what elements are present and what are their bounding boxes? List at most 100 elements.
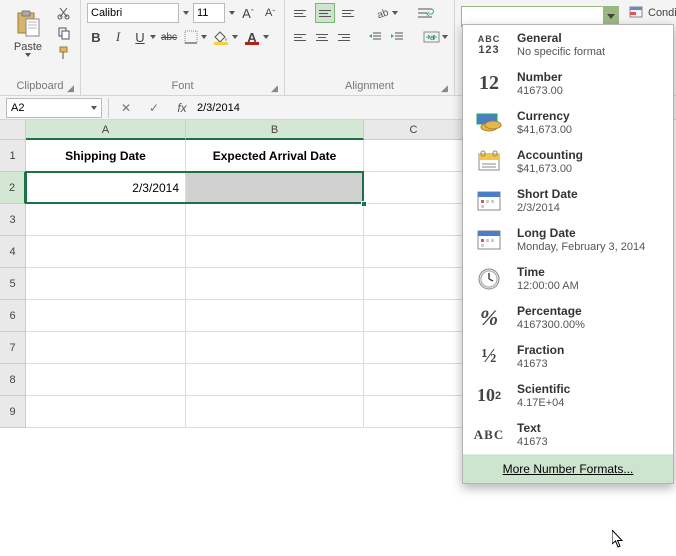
- short-date-icon: [473, 188, 505, 214]
- enter-formula-button[interactable]: ✓: [145, 99, 163, 117]
- insert-function-button[interactable]: fx: [173, 99, 191, 117]
- cell-b8[interactable]: [186, 364, 364, 396]
- row-header-6[interactable]: 6: [0, 300, 26, 332]
- fill-handle[interactable]: [361, 201, 367, 207]
- cell-a2[interactable]: 2/3/2014: [26, 172, 186, 204]
- cell-c4[interactable]: [364, 236, 464, 268]
- row-header-1[interactable]: 1: [0, 140, 26, 172]
- underline-dropdown[interactable]: [150, 35, 156, 39]
- cell-c2[interactable]: [364, 172, 464, 204]
- copy-button[interactable]: [54, 23, 74, 43]
- format-general[interactable]: ABC123 GeneralNo specific format: [463, 25, 673, 64]
- cell-b1[interactable]: Expected Arrival Date: [186, 140, 364, 172]
- underline-button[interactable]: U: [131, 27, 149, 47]
- column-header-c[interactable]: C: [364, 120, 464, 140]
- paste-dropdown-arrow[interactable]: [25, 53, 31, 57]
- font-family-input[interactable]: [87, 3, 179, 23]
- cell-a7[interactable]: [26, 332, 186, 364]
- row-header-2[interactable]: 2: [0, 172, 26, 204]
- increase-font-button[interactable]: Aˆ: [239, 3, 257, 23]
- row-header-8[interactable]: 8: [0, 364, 26, 396]
- strikethrough-button[interactable]: abc: [160, 27, 178, 47]
- conditional-formatting-button[interactable]: Condition: [629, 3, 676, 23]
- wrap-text-button[interactable]: [416, 3, 434, 23]
- row-header-9[interactable]: 9: [0, 396, 26, 428]
- cell-a5[interactable]: [26, 268, 186, 300]
- font-dialog-launcher[interactable]: ◢: [271, 83, 281, 93]
- alignment-dialog-launcher[interactable]: ◢: [441, 83, 451, 93]
- align-center-button[interactable]: [313, 27, 331, 47]
- column-header-a[interactable]: A: [26, 120, 186, 140]
- merge-center-button[interactable]: a: [423, 27, 441, 47]
- font-size-input[interactable]: [193, 3, 225, 23]
- format-percentage[interactable]: % Percentage4167300.00%: [463, 298, 673, 337]
- decrease-indent-button[interactable]: [366, 27, 384, 47]
- general-icon: ABC123: [473, 32, 505, 58]
- row-header-3[interactable]: 3: [0, 204, 26, 236]
- fill-color-button[interactable]: [211, 27, 231, 47]
- cell-c8[interactable]: [364, 364, 464, 396]
- cell-c3[interactable]: [364, 204, 464, 236]
- cell-a9[interactable]: [26, 396, 186, 428]
- align-bottom-button[interactable]: [339, 3, 359, 23]
- format-accounting[interactable]: Accounting$41,673.00: [463, 142, 673, 181]
- cell-c9[interactable]: [364, 396, 464, 428]
- align-right-button[interactable]: [335, 27, 353, 47]
- clipboard-dialog-launcher[interactable]: ◢: [67, 83, 77, 93]
- format-fraction[interactable]: ½ Fraction41673: [463, 337, 673, 376]
- align-left-button[interactable]: [291, 27, 309, 47]
- row-header-5[interactable]: 5: [0, 268, 26, 300]
- merge-dropdown[interactable]: [442, 35, 448, 39]
- cell-b4[interactable]: [186, 236, 364, 268]
- orientation-dropdown[interactable]: [392, 11, 398, 15]
- column-header-b[interactable]: B: [186, 120, 364, 140]
- name-box[interactable]: A2: [6, 98, 102, 118]
- format-long-date[interactable]: Long DateMonday, February 3, 2014: [463, 220, 673, 259]
- format-scientific[interactable]: 102 Scientific4.17E+04: [463, 376, 673, 415]
- cut-button[interactable]: [54, 3, 74, 23]
- align-top-button[interactable]: [291, 3, 311, 23]
- bold-button[interactable]: B: [87, 27, 105, 47]
- cell-b3[interactable]: [186, 204, 364, 236]
- cell-c6[interactable]: [364, 300, 464, 332]
- svg-text:ab: ab: [376, 7, 389, 20]
- row-header-7[interactable]: 7: [0, 332, 26, 364]
- format-painter-button[interactable]: [54, 43, 74, 63]
- format-time[interactable]: Time12:00:00 AM: [463, 259, 673, 298]
- cell-b6[interactable]: [186, 300, 364, 332]
- cell-a4[interactable]: [26, 236, 186, 268]
- format-currency[interactable]: Currency$41,673.00: [463, 103, 673, 142]
- borders-button[interactable]: [182, 27, 200, 47]
- font-color-button[interactable]: A: [242, 27, 262, 47]
- cell-c1[interactable]: [364, 140, 464, 172]
- cell-b5[interactable]: [186, 268, 364, 300]
- cancel-formula-button[interactable]: ✕: [117, 99, 135, 117]
- increase-indent-button[interactable]: [388, 27, 406, 47]
- font-family-arrow-icon[interactable]: [183, 11, 189, 15]
- orientation-button[interactable]: ab: [373, 3, 391, 23]
- format-short-date[interactable]: Short Date2/3/2014: [463, 181, 673, 220]
- cell-c7[interactable]: [364, 332, 464, 364]
- fill-color-dropdown[interactable]: [232, 35, 238, 39]
- align-middle-button[interactable]: [315, 3, 335, 23]
- italic-button[interactable]: I: [109, 27, 127, 47]
- cell-a1[interactable]: Shipping Date: [26, 140, 186, 172]
- format-text[interactable]: ABC Text41673: [463, 415, 673, 454]
- group-clipboard: Paste Clipboard ◢: [0, 0, 81, 95]
- row-header-4[interactable]: 4: [0, 236, 26, 268]
- select-all-corner[interactable]: [0, 120, 26, 140]
- font-color-dropdown[interactable]: [263, 35, 269, 39]
- cell-a3[interactable]: [26, 204, 186, 236]
- cell-a6[interactable]: [26, 300, 186, 332]
- cell-b7[interactable]: [186, 332, 364, 364]
- format-number[interactable]: 12 Number41673.00: [463, 64, 673, 103]
- time-icon: [473, 266, 505, 292]
- cell-a8[interactable]: [26, 364, 186, 396]
- decrease-font-button[interactable]: Aˇ: [261, 3, 279, 23]
- font-size-arrow-icon[interactable]: [229, 11, 235, 15]
- cell-c5[interactable]: [364, 268, 464, 300]
- more-number-formats[interactable]: More Number Formats...: [463, 454, 673, 483]
- paste-button[interactable]: Paste: [6, 9, 50, 57]
- cell-b9[interactable]: [186, 396, 364, 428]
- borders-dropdown[interactable]: [201, 35, 207, 39]
